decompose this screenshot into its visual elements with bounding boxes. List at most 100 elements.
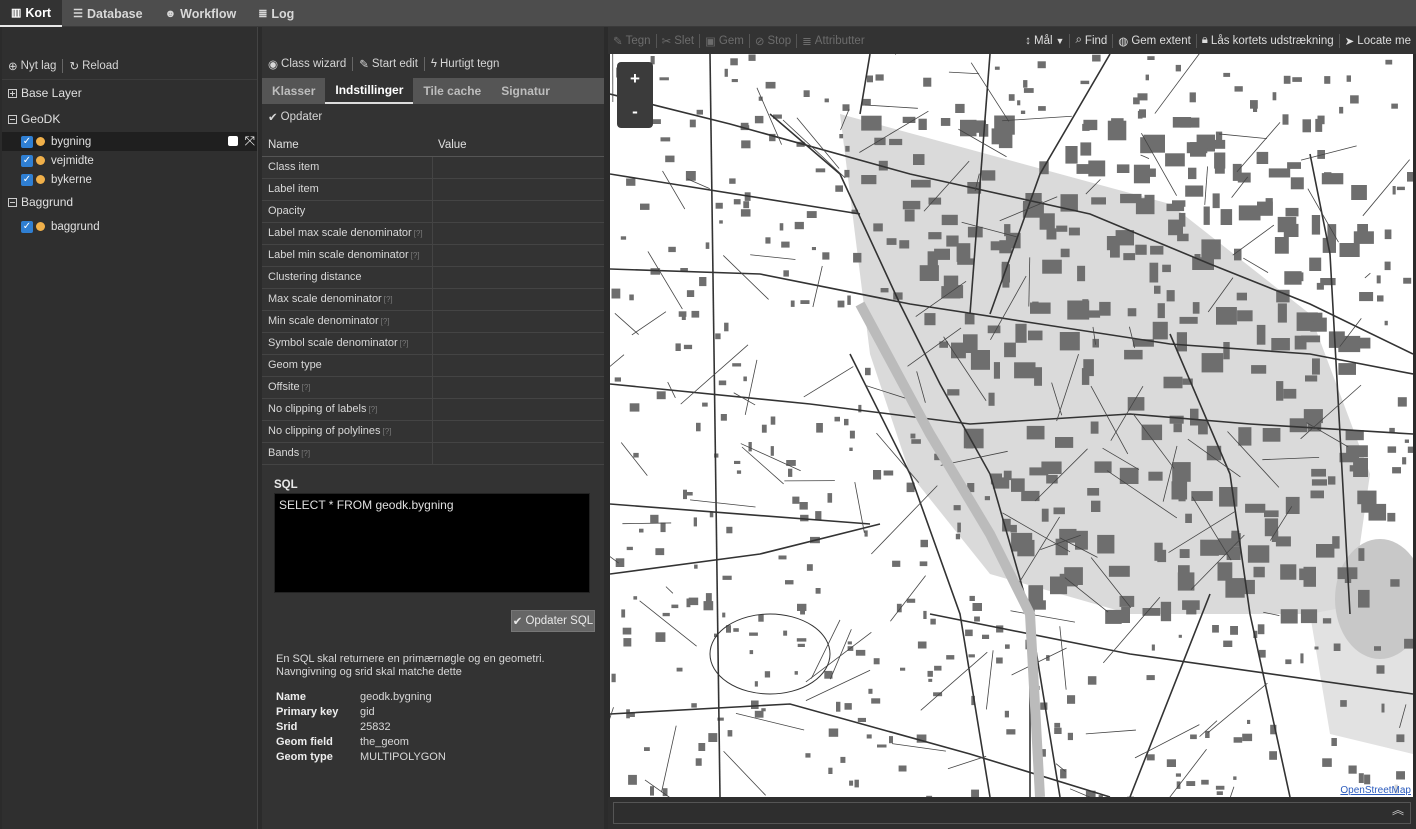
footer-bar <box>613 802 1411 824</box>
expand-up-icon[interactable]: ︽ <box>1392 801 1404 818</box>
check-icon: ✔ <box>512 616 523 628</box>
setting-name: Class item <box>262 156 432 179</box>
zoom-out-button[interactable]: - <box>617 95 653 128</box>
help-hint[interactable]: [?] <box>302 383 311 392</box>
help-hint[interactable]: [?] <box>400 339 409 348</box>
tab-klasser[interactable]: Klasser <box>262 78 325 104</box>
new-layer-button[interactable]: ⊕ Nyt lag <box>8 59 56 73</box>
zoom-in-button[interactable]: + <box>617 62 653 95</box>
help-hint[interactable]: [?] <box>384 295 393 304</box>
map-attribution[interactable]: OpenStreetMap <box>1340 785 1411 796</box>
tab-tile-cache[interactable]: Tile cache <box>413 78 491 104</box>
group-base-layer[interactable]: Base Layer <box>2 80 257 106</box>
layer-status-dot <box>36 175 45 184</box>
sql-editor[interactable]: SELECT * FROM geodk.bygning <box>274 493 590 593</box>
settings-row: Label item <box>262 178 604 201</box>
layer-panel: ⊕ Nyt lag ↻ Reload Base Layer GeoDK ✓ bygn… <box>2 27 258 829</box>
help-hint[interactable]: [?] <box>301 449 310 458</box>
setting-value[interactable] <box>431 376 604 399</box>
layer-bykerne[interactable]: ✓ bykerne <box>2 170 257 189</box>
setting-name: No clipping of labels [?] <box>262 398 432 421</box>
expand-icon[interactable] <box>8 88 17 98</box>
setting-name: Bands [?] <box>262 442 432 465</box>
help-hint[interactable]: [?] <box>414 229 423 238</box>
setting-value[interactable] <box>431 420 604 443</box>
settings-row: Min scale denominator [?] <box>262 310 604 333</box>
scissors-icon: ✂ <box>661 35 672 48</box>
layer-checkbox[interactable]: ✓ <box>21 135 33 148</box>
layer-editor-panel: ◉ Class wizard ✎ Start edit ϟ Hurtigt tegn … <box>262 27 604 829</box>
meta-row: Name geodk.bygning <box>276 690 432 703</box>
tab-signatur[interactable]: Signatur <box>491 78 560 104</box>
collapse-icon[interactable] <box>8 114 17 124</box>
layer-checkbox[interactable]: ✓ <box>21 220 33 233</box>
settings-row: Symbol scale denominator [?] <box>262 332 604 355</box>
setting-name: Offsite [?] <box>262 376 432 399</box>
setting-name: Clustering distance <box>262 266 432 289</box>
setting-value[interactable] <box>431 354 604 377</box>
reload-button[interactable]: ↻ Reload <box>69 59 118 73</box>
setting-value[interactable] <box>431 332 604 355</box>
setting-value[interactable] <box>431 442 604 465</box>
quick-draw-button[interactable]: ϟ Hurtigt tegn <box>431 58 500 70</box>
setting-value[interactable] <box>431 266 604 289</box>
setting-name: No clipping of polylines [?] <box>262 420 432 443</box>
map-rendering <box>610 54 1413 797</box>
setting-value[interactable] <box>431 288 604 311</box>
start-edit-button[interactable]: ✎ Start edit <box>359 57 418 71</box>
setting-value[interactable] <box>431 200 604 223</box>
locate-me-button[interactable]: ➤ Locate me <box>1340 34 1416 48</box>
zoom-control: + - <box>617 62 653 128</box>
attributes-button[interactable]: ≣ Attributter <box>797 34 870 48</box>
setting-name: Label max scale denominator [?] <box>262 222 432 245</box>
group-geodk[interactable]: GeoDK <box>2 106 257 132</box>
list-icon: ≣ <box>802 35 812 48</box>
setting-name: Min scale denominator [?] <box>262 310 432 333</box>
zoom-to-layer-icon[interactable]: ⤧ <box>245 133 255 149</box>
help-hint[interactable]: [?] <box>411 251 420 260</box>
setting-value[interactable] <box>431 156 604 179</box>
help-hint[interactable]: [?] <box>368 405 377 414</box>
tab-database[interactable]: ☰ Database <box>62 0 153 27</box>
help-hint[interactable]: [?] <box>383 427 392 436</box>
pencil-icon: ✎ <box>359 59 369 71</box>
settings-table-body: Class item Label item Opacity Label max sca… <box>262 156 604 465</box>
collapse-icon[interactable] <box>8 197 17 207</box>
map-canvas[interactable]: + - OpenStreetMap <box>610 54 1413 797</box>
list-icon: ≣ <box>258 8 268 20</box>
setting-value[interactable] <box>431 178 604 201</box>
draw-button[interactable]: ✎ Tegn <box>608 34 656 48</box>
update-button[interactable]: ✔ Opdater <box>268 110 322 124</box>
layer-status-dot <box>36 156 45 165</box>
settings-row: Max scale denominator [?] <box>262 288 604 311</box>
check-icon: ✔ <box>268 112 278 124</box>
setting-value[interactable] <box>431 244 604 267</box>
class-wizard-button[interactable]: ◉ Class wizard <box>268 57 346 71</box>
tab-indstillinger[interactable]: Indstillinger <box>325 78 414 104</box>
find-button[interactable]: ⌕ Find <box>1070 34 1112 47</box>
setting-value[interactable] <box>431 310 604 333</box>
delete-button[interactable]: ✂ Slet <box>657 34 699 48</box>
layer-baggrund[interactable]: ✓ baggrund <box>2 217 257 236</box>
save-extent-button[interactable]: ◍ Gem extent <box>1113 34 1196 48</box>
update-sql-button[interactable]: ✔ Opdater SQL <box>511 610 595 632</box>
save-icon: ▣ <box>705 35 716 48</box>
setting-value[interactable] <box>431 398 604 421</box>
tab-log[interactable]: ≣ Log <box>247 0 305 27</box>
tab-kort[interactable]: ▥ Kort <box>0 0 63 27</box>
layer-bygning[interactable]: ✓ bygning ⤧ <box>2 132 257 151</box>
tab-workflow[interactable]: ☻ Workflow <box>154 0 248 27</box>
layer-checkbox[interactable]: ✓ <box>21 154 33 167</box>
measure-dropdown[interactable]: ↕ Mål ▼ <box>1020 35 1069 47</box>
group-baggrund[interactable]: Baggrund <box>2 189 257 215</box>
setting-value[interactable] <box>431 222 604 245</box>
layer-checkbox[interactable]: ✓ <box>21 173 33 186</box>
stop-button[interactable]: ⊘ Stop <box>750 34 796 48</box>
lock-extent-button[interactable]: 🔒︎ Lås kortets udstrækning <box>1197 34 1339 47</box>
database-icon: ☰ <box>73 8 83 20</box>
help-hint[interactable]: [?] <box>381 317 390 326</box>
save-button[interactable]: ▣ Gem <box>700 34 749 48</box>
globe-icon: ◍ <box>1118 35 1129 48</box>
layer-settings-icon[interactable] <box>228 136 238 146</box>
layer-vejmidte[interactable]: ✓ vejmidte <box>2 151 257 170</box>
